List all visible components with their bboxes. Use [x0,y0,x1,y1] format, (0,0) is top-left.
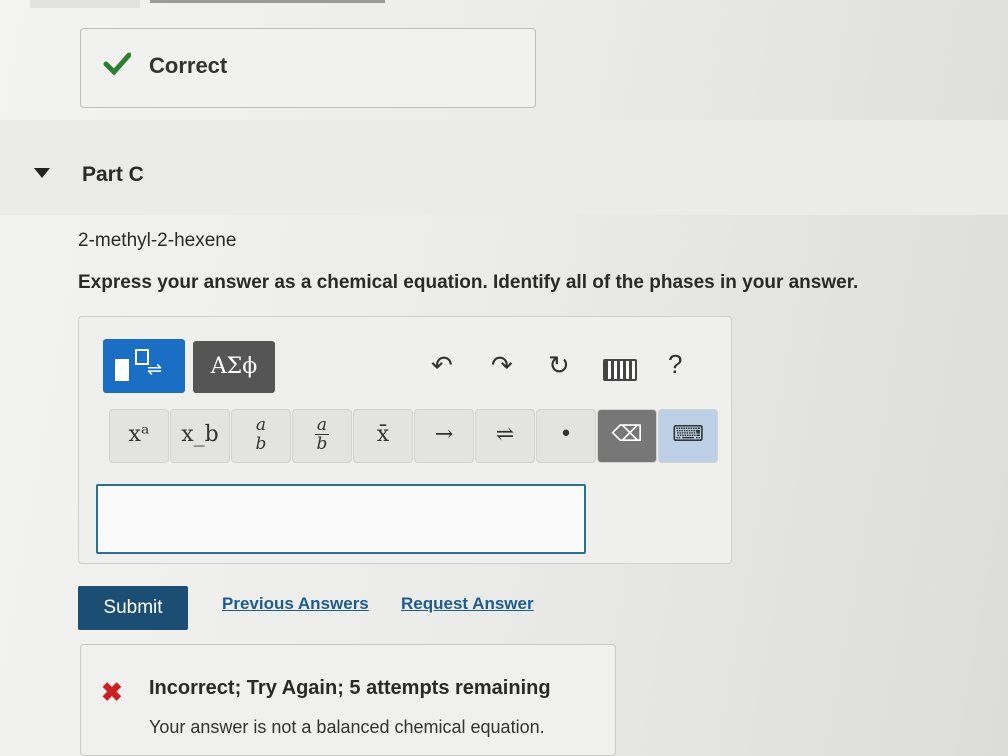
template-block-icon [115,359,129,381]
fraction-ab-den: b [255,434,267,454]
fraction-num: a [316,415,328,435]
incorrect-title: Incorrect; Try Again; 5 attempts remaini… [149,677,551,699]
request-answer-link[interactable]: Request Answer [401,594,534,614]
fraction-line [315,434,329,435]
greek-symbols-button[interactable]: ΑΣϕ [193,341,275,393]
templates-button[interactable]: ⇌ [103,339,185,393]
arrow-key-label: → [434,422,454,447]
editor-toolbar: ⇌ ΑΣϕ ↶ ↷ ↻ ? [103,339,709,399]
subscript-key-label: x_b [181,422,219,447]
keyboard-key[interactable]: ⌨ [658,409,718,463]
header-card [30,0,140,8]
keyboard-toggle-icon: ⌨ [672,422,704,447]
subscript-key[interactable]: x_b [170,409,230,463]
dot-key[interactable]: • [536,409,596,463]
fraction-label: a b [293,416,351,454]
keyboard-icon[interactable] [603,359,637,381]
correct-label: Correct [149,53,228,78]
incorrect-x-icon: ✖ [101,677,123,707]
fraction-ab-key[interactable]: a b [231,409,291,463]
compound-name: 2-methyl-2-hexene [78,230,237,251]
redo-icon[interactable]: ↷ [491,351,513,381]
overline-key[interactable]: x̄ [353,409,413,463]
backspace-icon: ⌫ [611,422,643,447]
part-header[interactable] [0,120,1008,215]
check-icon [103,52,131,76]
fraction-ab-label: a b [232,416,290,454]
equilibrium-key-label: ⇌ [495,422,515,447]
equilibrium-key[interactable]: ⇌ [475,409,535,463]
fraction-den: b [316,434,328,454]
answer-input[interactable] [96,484,586,554]
equilibrium-arrows-icon: ⇌ [147,359,163,380]
fraction-key[interactable]: a b [292,409,352,463]
part-title[interactable]: Part C [82,163,144,187]
superscript-key[interactable]: xᵃ [109,409,169,463]
incorrect-feedback: ✖ Incorrect; Try Again; 5 attempts remai… [80,644,616,756]
dot-key-label: • [559,422,573,447]
header-divider [150,0,385,3]
arrow-key[interactable]: → [414,409,474,463]
previous-answers-link[interactable]: Previous Answers [222,594,369,614]
undo-icon[interactable]: ↶ [431,351,453,381]
submit-button[interactable]: Submit [78,586,188,630]
incorrect-message: Your answer is not a balanced chemical e… [149,717,545,737]
superscript-key-label: xᵃ [128,422,150,447]
collapse-caret-icon[interactable] [34,168,50,178]
fraction-ab-num: a [255,415,267,435]
instruction-text: Express your answer as a chemical equati… [78,272,859,293]
correct-feedback: Correct [80,28,536,108]
help-icon[interactable]: ? [668,349,682,380]
reset-icon[interactable]: ↻ [548,351,570,381]
backspace-key[interactable]: ⌫ [597,409,657,463]
symbol-keys: xᵃ x_b a b a b x̄ → ⇌ • ⌫ ⌨ [109,409,718,469]
overline-key-label: x̄ [376,422,390,447]
